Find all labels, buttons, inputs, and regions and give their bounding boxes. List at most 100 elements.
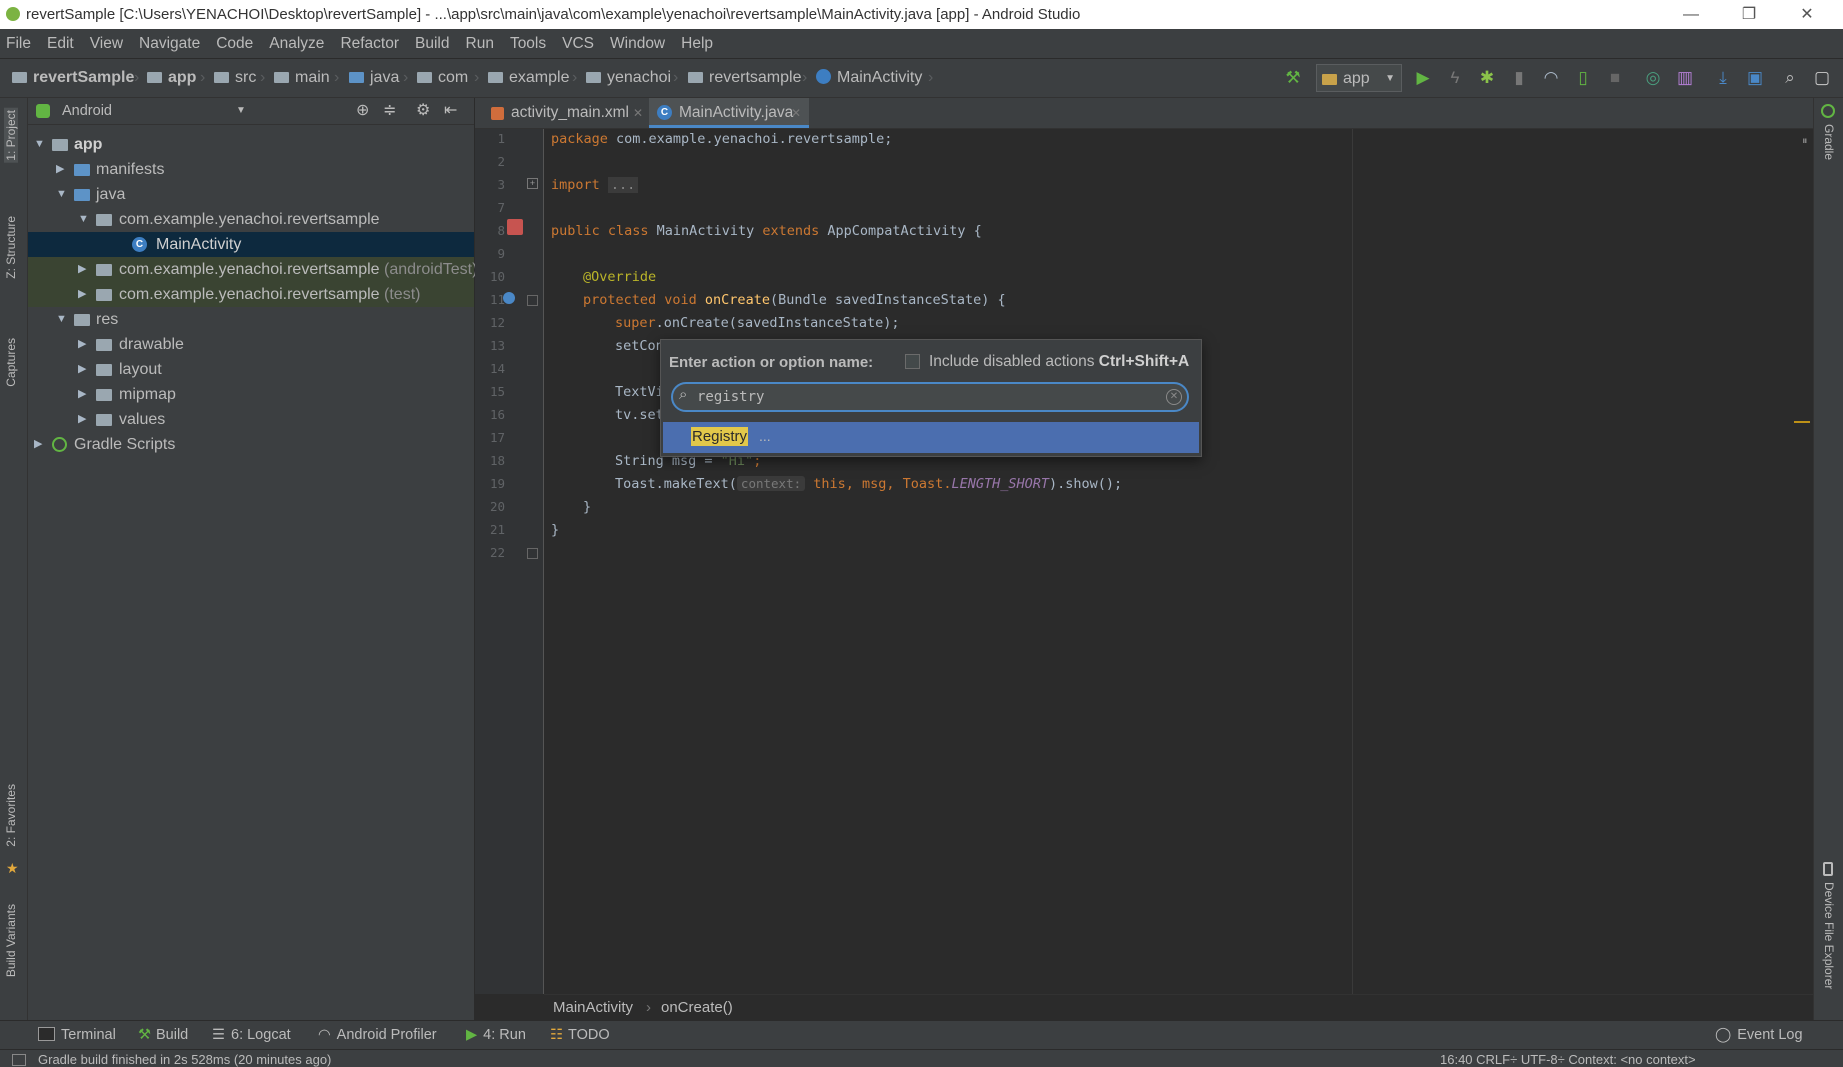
warning-marker[interactable] — [1794, 421, 1810, 423]
sdk-manager-icon[interactable]: ⤓ — [1713, 68, 1733, 88]
event-log-tab[interactable]: ◯ Event Log — [1715, 1021, 1803, 1050]
menu-refactor[interactable]: Refactor — [332, 29, 407, 58]
crumb-app[interactable]: app — [147, 59, 196, 97]
status-message[interactable]: Gradle build finished in 2s 528ms (20 mi… — [38, 1050, 331, 1067]
action-search-field[interactable]: ⌕ ✕ — [671, 382, 1189, 412]
menu-run[interactable]: Run — [458, 29, 502, 58]
action-result-item[interactable]: Registry ... — [663, 422, 1199, 453]
favorites-tool-tab[interactable]: 2: Favorites — [4, 784, 18, 847]
menu-view[interactable]: View — [82, 29, 131, 58]
project-tool-tab[interactable]: 1: Project — [4, 108, 18, 163]
menu-edit[interactable]: Edit — [39, 29, 82, 58]
close-window-button[interactable]: ✕ — [1778, 0, 1836, 29]
include-disabled-label[interactable]: Include disabled actions Ctrl+Shift+A — [929, 353, 1189, 371]
navigate-to-layout-icon[interactable] — [507, 219, 523, 235]
tree-item-mipmap[interactable]: ▶ mipmap — [28, 382, 474, 407]
project-view-select[interactable]: Android — [62, 98, 112, 124]
android-profiler-tab[interactable]: ◠ Android Profiler — [318, 1021, 437, 1050]
attach-debugger-icon[interactable]: ▮ — [1509, 68, 1529, 88]
menu-navigate[interactable]: Navigate — [131, 29, 208, 58]
folded-imports[interactable]: ... — [607, 177, 639, 193]
gradle-tool-tab[interactable]: Gradle — [1822, 124, 1836, 160]
collapse-fold-icon[interactable] — [527, 295, 538, 306]
action-search-input[interactable] — [697, 387, 1157, 407]
profile-icon[interactable]: ◠ — [1541, 68, 1561, 88]
crumb-separator: › — [474, 69, 480, 86]
run-icon[interactable]: ▶ — [1413, 68, 1433, 88]
hide-panel-icon[interactable]: ⇤ — [444, 100, 457, 120]
gear-icon[interactable]: ⚙ — [416, 100, 430, 120]
tree-item-gradle-scripts[interactable]: ▶ Gradle Scripts — [28, 432, 474, 457]
search-everywhere-icon[interactable]: ⌕ — [1780, 68, 1800, 88]
crumb-main[interactable]: main — [274, 59, 330, 97]
crumb-revertsample[interactable]: revertsample — [688, 59, 801, 97]
menu-analyze[interactable]: Analyze — [261, 29, 332, 58]
captures-tool-tab[interactable]: Captures — [4, 338, 18, 387]
apply-changes-icon[interactable]: ϟ — [1445, 68, 1465, 88]
tree-item-package-test[interactable]: ▶ com.example.yenachoi.revertsample (tes… — [28, 282, 474, 307]
tab-activity-main-xml[interactable]: activity_main.xml ✕ — [481, 98, 647, 128]
expand-fold-icon[interactable]: + — [527, 178, 538, 189]
make-project-hammer-icon[interactable]: ⚒ — [1283, 68, 1303, 88]
toggle-tool-windows-icon[interactable] — [12, 1054, 26, 1066]
collapse-fold-icon[interactable] — [527, 548, 538, 559]
tab-mainactivity-java[interactable]: C MainActivity.java ✕ — [649, 98, 809, 128]
crumb-com[interactable]: com — [417, 59, 468, 97]
menu-build[interactable]: Build — [407, 29, 457, 58]
menu-help[interactable]: Help — [673, 29, 721, 58]
crumb-project[interactable]: revertSample — [12, 59, 134, 97]
build-tab[interactable]: ⚒ Build — [138, 1021, 188, 1050]
crumb-src[interactable]: src — [214, 59, 256, 97]
crumb-java[interactable]: java — [349, 59, 399, 97]
stop-icon[interactable]: ■ — [1605, 68, 1625, 88]
menu-window[interactable]: Window — [602, 29, 673, 58]
debug-icon[interactable]: ✱ — [1477, 68, 1497, 88]
tree-item-drawable[interactable]: ▶ drawable — [28, 332, 474, 357]
code-editor[interactable]: package com.example.yenachoi.revertsampl… — [544, 129, 1813, 994]
coverage-icon[interactable]: ▯ — [1573, 68, 1593, 88]
menu-file[interactable]: File — [0, 29, 39, 58]
maximize-button[interactable]: ❐ — [1720, 0, 1778, 29]
close-tab-icon[interactable]: ✕ — [633, 98, 643, 128]
minimize-button[interactable]: — — [1662, 0, 1720, 29]
account-icon[interactable]: ▢ — [1812, 68, 1832, 88]
structure-tool-tab[interactable]: Z: Structure — [4, 216, 18, 279]
crumb-yenachoi[interactable]: yenachoi — [586, 59, 671, 97]
todo-tab[interactable]: ☷ TODO — [550, 1021, 610, 1050]
menu-vcs[interactable]: VCS — [554, 29, 602, 58]
pause-inspection-icon[interactable]: ⏸ — [1802, 135, 1808, 148]
clear-search-icon[interactable]: ✕ — [1166, 389, 1182, 405]
device-file-explorer-tab[interactable]: Device File Explorer — [1822, 882, 1836, 989]
tree-item-package-androidtest[interactable]: ▶ com.example.yenachoi.revertsample (and… — [28, 257, 477, 282]
chevron-down-icon[interactable]: ▼ — [236, 98, 246, 124]
crumb-example[interactable]: example — [488, 59, 569, 97]
tree-item-package-main[interactable]: ▼ com.example.yenachoi.revertsample — [28, 207, 474, 232]
menu-tools[interactable]: Tools — [502, 29, 554, 58]
tree-item-res[interactable]: ▼ res — [28, 307, 474, 332]
terminal-tab[interactable]: Terminal — [38, 1021, 116, 1050]
overrides-method-icon[interactable] — [503, 292, 515, 304]
run-config-select[interactable]: app ▼ — [1316, 64, 1402, 92]
build-hammer-icon: ⚒ — [138, 1027, 151, 1043]
close-tab-icon[interactable]: ✕ — [791, 98, 801, 128]
status-right-info[interactable]: 16:40 CRLF÷ UTF-8÷ Context: <no context> — [1440, 1050, 1696, 1067]
crumb-mainactivity[interactable]: MainActivity — [816, 59, 922, 97]
tree-item-values[interactable]: ▶ values — [28, 407, 474, 432]
sync-gradle-icon[interactable]: ◎ — [1643, 68, 1663, 88]
build-variants-tool-tab[interactable]: Build Variants — [4, 904, 18, 977]
breadcrumb-method[interactable]: onCreate() — [661, 995, 733, 1021]
tree-item-layout[interactable]: ▶ layout — [28, 357, 474, 382]
breadcrumb-class[interactable]: MainActivity — [553, 995, 633, 1021]
include-disabled-checkbox[interactable] — [905, 354, 920, 369]
run-tab[interactable]: ▶ 4: Run — [466, 1021, 526, 1050]
avd-manager-icon[interactable]: ▥ — [1675, 68, 1695, 88]
project-structure-icon[interactable]: ▣ — [1745, 68, 1765, 88]
scroll-from-source-icon[interactable]: ⊕ — [356, 100, 369, 120]
logcat-tab[interactable]: ☰ 6: Logcat — [212, 1021, 291, 1050]
tree-item-java[interactable]: ▼ java — [28, 182, 474, 207]
collapse-all-icon[interactable]: ≑ — [383, 100, 396, 120]
tree-item-mainactivity[interactable]: C MainActivity — [28, 232, 474, 257]
menu-code[interactable]: Code — [208, 29, 261, 58]
tree-item-manifests[interactable]: ▶ manifests — [28, 157, 474, 182]
tree-item-app[interactable]: ▼ app — [28, 132, 474, 157]
